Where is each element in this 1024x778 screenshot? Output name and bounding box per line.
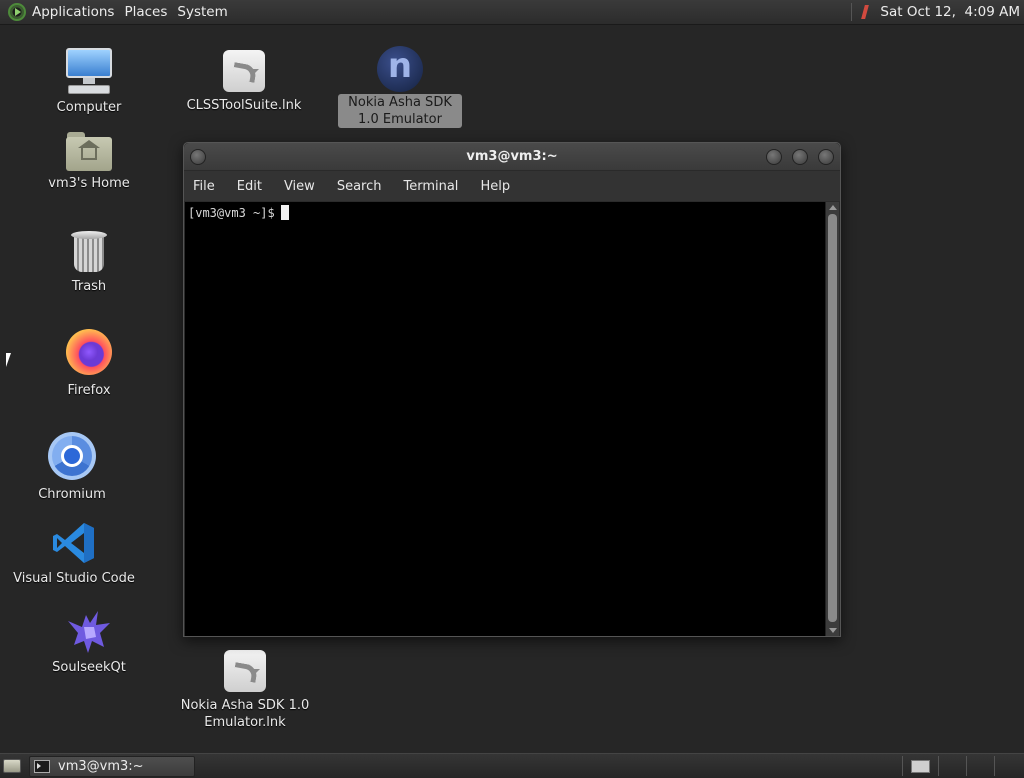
desktop-icon-trash[interactable]: Trash <box>56 229 122 295</box>
bottom-panel: vm3@vm3:~ <box>0 753 1024 778</box>
desktop-icon-label: Chromium <box>38 487 106 502</box>
desktop-icon-label: Firefox <box>67 383 111 398</box>
desktop-icon-label: Nokia Asha SDK 1.0 Emulator <box>338 94 462 128</box>
desktop-icon-soulseek[interactable]: SoulseekQt <box>44 607 134 676</box>
shell-prompt: [vm3@vm3 ~]$ <box>188 205 275 220</box>
menu-help[interactable]: Help <box>480 179 510 194</box>
desktop-icon-label: Visual Studio Code <box>13 571 135 586</box>
terminal-menubar: File Edit View Search Terminal Help <box>184 171 840 201</box>
desktop-icon-computer[interactable]: Computer <box>56 46 122 116</box>
desktop-icon-label: SoulseekQt <box>52 660 126 675</box>
menu-search[interactable]: Search <box>337 179 382 194</box>
desktop-icon-home[interactable]: vm3's Home <box>44 128 134 192</box>
system-menu[interactable]: System <box>177 4 235 20</box>
terminal-scrollbar[interactable] <box>825 202 839 636</box>
workspace-2[interactable] <box>938 756 966 776</box>
nokia-icon: n <box>377 46 423 92</box>
workspace-switcher <box>902 756 1022 776</box>
workspace-4[interactable] <box>994 756 1022 776</box>
minimize-button[interactable] <box>766 149 782 165</box>
terminal-window[interactable]: vm3@vm3:~ File Edit View Search Terminal… <box>183 142 841 637</box>
distro-logo-icon[interactable] <box>8 3 26 21</box>
workspace-1[interactable] <box>902 756 938 776</box>
window-titlebar[interactable]: vm3@vm3:~ <box>184 143 840 171</box>
panel-tray: Sat Oct 12, 4:09 AM <box>851 3 1024 21</box>
network-status-icon[interactable] <box>860 4 872 20</box>
applications-menu[interactable]: Applications <box>32 4 122 20</box>
trash-icon <box>70 229 108 275</box>
desktop-icon-label: Computer <box>56 100 122 115</box>
desktop-icon-label: Nokia Asha SDK 1.0 Emulator.lnk <box>180 698 310 730</box>
prompt-line: [vm3@vm3 ~]$ <box>185 202 826 220</box>
workspace-3[interactable] <box>966 756 994 776</box>
desktop-icon-nokia-lnk[interactable]: Nokia Asha SDK 1.0 Emulator.lnk <box>180 648 310 731</box>
text-cursor <box>280 205 289 220</box>
panel-separator <box>851 3 853 21</box>
scrollbar-thumb[interactable] <box>828 214 837 622</box>
places-menu[interactable]: Places <box>124 4 175 20</box>
desktop-icon-label: vm3's Home <box>48 176 130 191</box>
desktop-icon-vscode[interactable]: Visual Studio Code <box>13 520 135 587</box>
menu-view[interactable]: View <box>284 179 315 194</box>
terminal-text-area[interactable]: [vm3@vm3 ~]$ <box>185 202 826 636</box>
close-button[interactable] <box>818 149 834 165</box>
menu-edit[interactable]: Edit <box>237 179 262 194</box>
menu-file[interactable]: File <box>193 179 215 194</box>
scroll-down-icon[interactable] <box>829 628 837 633</box>
desktop-icon-label: Trash <box>71 279 107 294</box>
panel-menu-bar: Applications Places System <box>0 3 238 21</box>
mouse-pointer-icon <box>6 353 16 367</box>
desktop-icon-chromium[interactable]: Chromium <box>32 432 112 503</box>
vscode-icon <box>53 523 94 563</box>
soulseek-bird-icon <box>68 611 110 653</box>
firefox-icon <box>66 329 112 375</box>
show-desktop-icon[interactable] <box>3 759 21 773</box>
home-folder-icon <box>66 132 112 172</box>
shortcut-icon <box>224 650 266 692</box>
maximize-button[interactable] <box>792 149 808 165</box>
desktop-icon-nokia-emulator[interactable]: n Nokia Asha SDK 1.0 Emulator <box>338 46 462 128</box>
desktop-icon-firefox[interactable]: Firefox <box>56 329 122 399</box>
shortcut-icon <box>223 50 265 92</box>
window-title: vm3@vm3:~ <box>466 149 558 164</box>
desktop-icon-label: CLSSToolSuite.lnk <box>186 98 302 113</box>
scroll-up-icon[interactable] <box>829 205 837 210</box>
clock[interactable]: Sat Oct 12, 4:09 AM <box>880 4 1020 20</box>
taskbar-button-label: vm3@vm3:~ <box>58 758 144 774</box>
chromium-icon <box>48 432 96 480</box>
terminal-icon <box>34 759 50 773</box>
desktop-icon-clss-lnk[interactable]: CLSSToolSuite.lnk <box>184 48 304 114</box>
taskbar-button-terminal[interactable]: vm3@vm3:~ <box>29 755 195 777</box>
menu-terminal[interactable]: Terminal <box>403 179 458 194</box>
computer-icon <box>64 46 114 96</box>
top-panel: Applications Places System Sat Oct 12, 4… <box>0 0 1024 25</box>
